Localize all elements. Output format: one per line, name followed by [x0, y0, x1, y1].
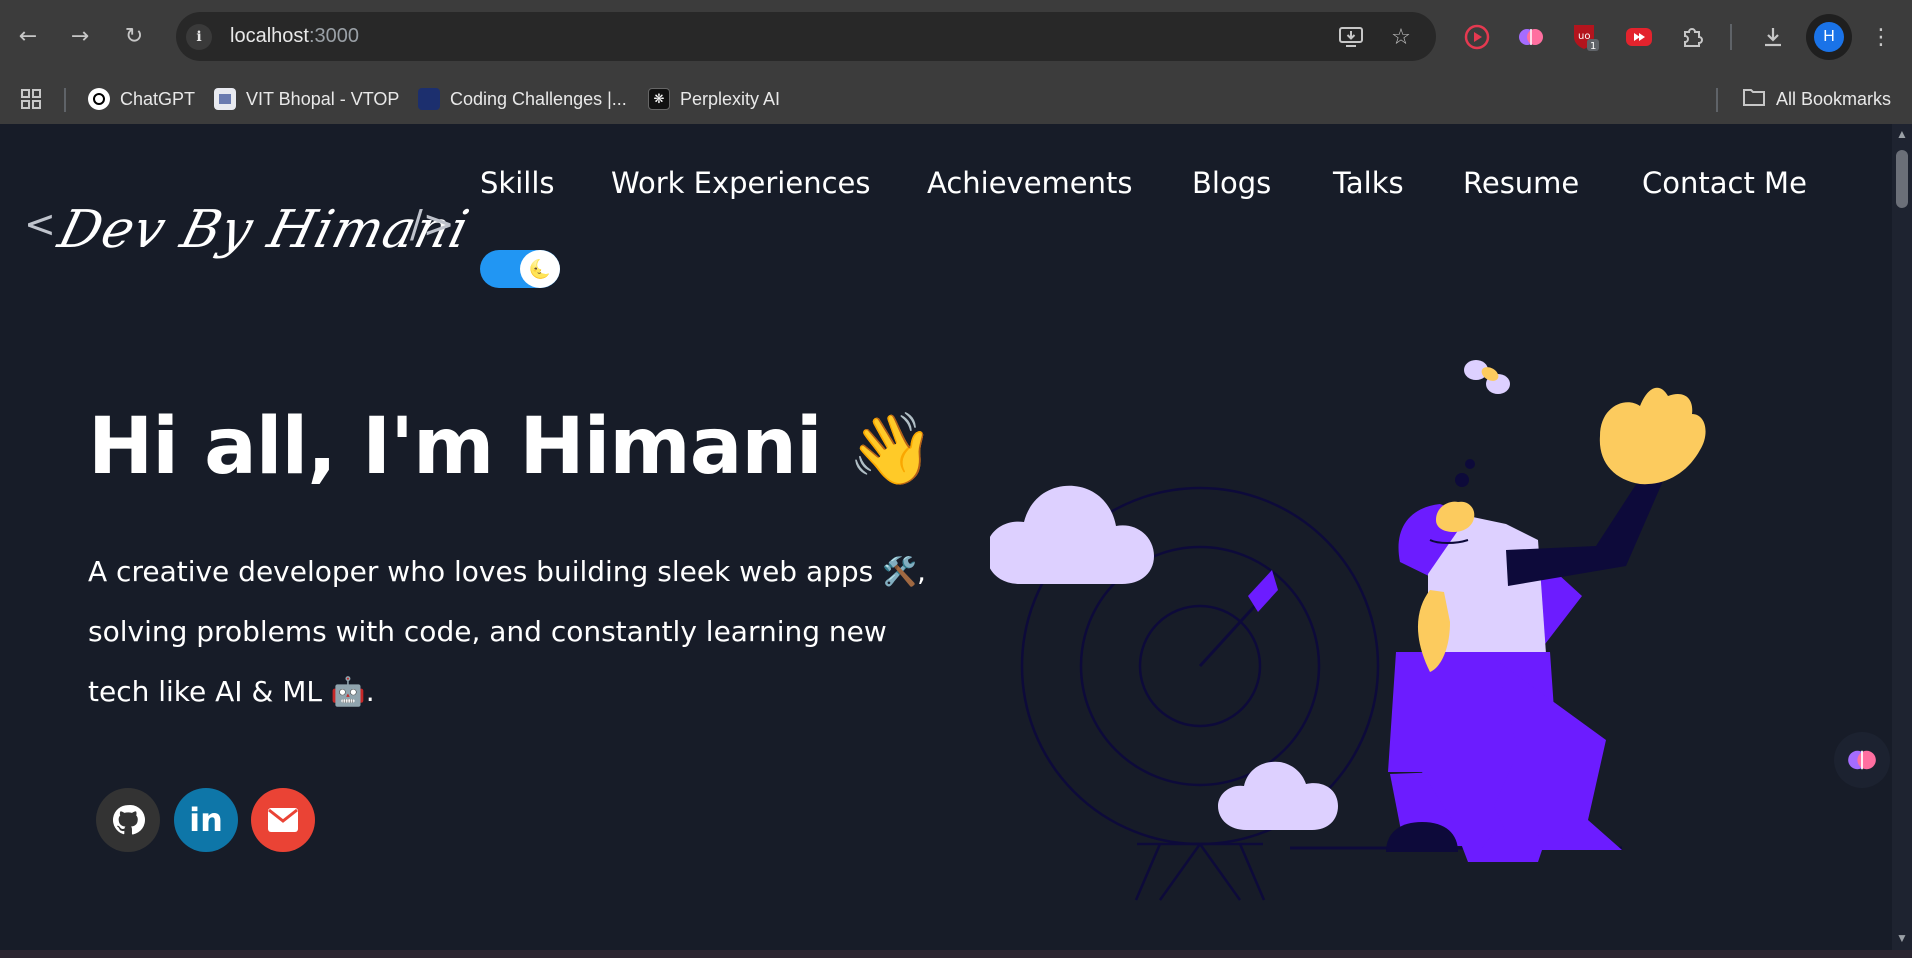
waving-hand-icon: 👋	[847, 408, 935, 490]
nav-resume[interactable]: Resume	[1463, 166, 1579, 200]
scroll-thumb[interactable]	[1896, 150, 1908, 208]
perplexity-icon: ❋	[648, 88, 670, 110]
greeting-text: Hi all, I'm Himani	[88, 402, 823, 492]
logo-close-bracket: />	[410, 202, 455, 246]
site-logo[interactable]: < Dev By Himani />	[24, 194, 475, 274]
theme-toggle[interactable]: 🌜	[480, 250, 560, 288]
address-bar[interactable]: i localhost:3000 ☆	[176, 12, 1436, 61]
bookmark-coding-challenges[interactable]: Coding Challenges |...	[418, 86, 627, 112]
url-text[interactable]: localhost:3000	[230, 25, 359, 48]
install-app-icon[interactable]	[1336, 22, 1366, 52]
bookmark-star-icon[interactable]: ☆	[1386, 22, 1416, 52]
scroll-down-icon[interactable]: ▼	[1896, 932, 1908, 944]
downloads-icon[interactable]	[1758, 22, 1788, 52]
nav-skills[interactable]: Skills	[480, 166, 554, 200]
bookmark-label: Coding Challenges |...	[450, 88, 627, 109]
bee-icon	[1464, 360, 1510, 394]
linkedin-icon: in	[189, 801, 223, 839]
github-icon	[112, 804, 145, 835]
hero-illustration	[990, 360, 1706, 901]
hero-subtitle: A creative developer who loves building …	[88, 555, 926, 708]
extension-youtube-icon[interactable]	[1624, 22, 1654, 52]
moon-icon: 🌜	[520, 250, 560, 288]
apps-grid-icon[interactable]	[20, 86, 42, 112]
person-figure	[1290, 387, 1706, 862]
extension-ublock-icon[interactable]: uo 1	[1570, 22, 1600, 52]
bookmark-perplexity[interactable]: ❋ Perplexity AI	[648, 86, 780, 112]
forward-button[interactable]: →	[64, 20, 96, 52]
browser-menu-icon[interactable]: ⋮	[1866, 22, 1896, 52]
nav-talks[interactable]: Talks	[1333, 166, 1404, 200]
nav-contact-me[interactable]: Contact Me	[1642, 166, 1807, 200]
nav-blogs[interactable]: Blogs	[1192, 166, 1271, 200]
bookmarks-divider	[1716, 88, 1718, 112]
toolbar-divider	[1730, 24, 1732, 50]
nav-work-experiences[interactable]: Work Experiences	[611, 166, 871, 200]
bookmark-label: ChatGPT	[120, 88, 196, 109]
window-bottom-edge	[0, 950, 1912, 958]
page-scrollbar[interactable]: ▲ ▼	[1892, 124, 1912, 950]
bookmark-label: VIT Bhopal - VTOP	[246, 88, 400, 109]
all-bookmarks[interactable]: All Bookmarks	[1742, 86, 1891, 112]
github-button[interactable]	[96, 788, 160, 852]
bookmark-label: Perplexity AI	[680, 88, 781, 109]
bookmarks-bar: ChatGPT VIT Bhopal - VTOP Coding Challen…	[0, 74, 1912, 124]
scroll-up-icon[interactable]: ▲	[1896, 128, 1908, 140]
chatgpt-icon	[88, 88, 110, 110]
floating-ai-assistant-button[interactable]	[1834, 732, 1890, 788]
vtop-icon	[214, 88, 236, 110]
nav-achievements[interactable]: Achievements	[927, 166, 1133, 200]
site-info-icon[interactable]: i	[186, 24, 212, 50]
mail-icon	[268, 808, 298, 832]
extensions-puzzle-icon[interactable]	[1678, 22, 1708, 52]
brain-icon	[1848, 750, 1876, 770]
extension-record-icon[interactable]	[1462, 22, 1492, 52]
hero-greeting: Hi all, I'm Himani 👋	[88, 402, 935, 492]
bookmarks-divider	[64, 88, 66, 112]
all-bookmarks-label: All Bookmarks	[1776, 88, 1892, 109]
portfolio-page: < Dev By Himani /> Skills Work Experienc…	[0, 124, 1892, 950]
browser-toolbar-controls: ← → ↻ i localhost:3000 ☆ uo 1 H ⋮	[0, 0, 1912, 74]
svg-text:1: 1	[1590, 41, 1596, 52]
back-button[interactable]: ←	[12, 20, 44, 52]
linkedin-button[interactable]: in	[174, 788, 238, 852]
profile-avatar[interactable]: H	[1806, 14, 1852, 60]
reload-button[interactable]: ↻	[118, 20, 150, 52]
logo-open-bracket: <	[24, 202, 56, 246]
folder-icon	[1742, 87, 1766, 112]
bookmark-vit-bhopal[interactable]: VIT Bhopal - VTOP	[214, 86, 399, 112]
coding-challenges-icon	[418, 88, 440, 110]
extension-brain-icon[interactable]	[1516, 22, 1546, 52]
email-button[interactable]	[251, 788, 315, 852]
bookmark-chatgpt[interactable]: ChatGPT	[88, 86, 195, 112]
